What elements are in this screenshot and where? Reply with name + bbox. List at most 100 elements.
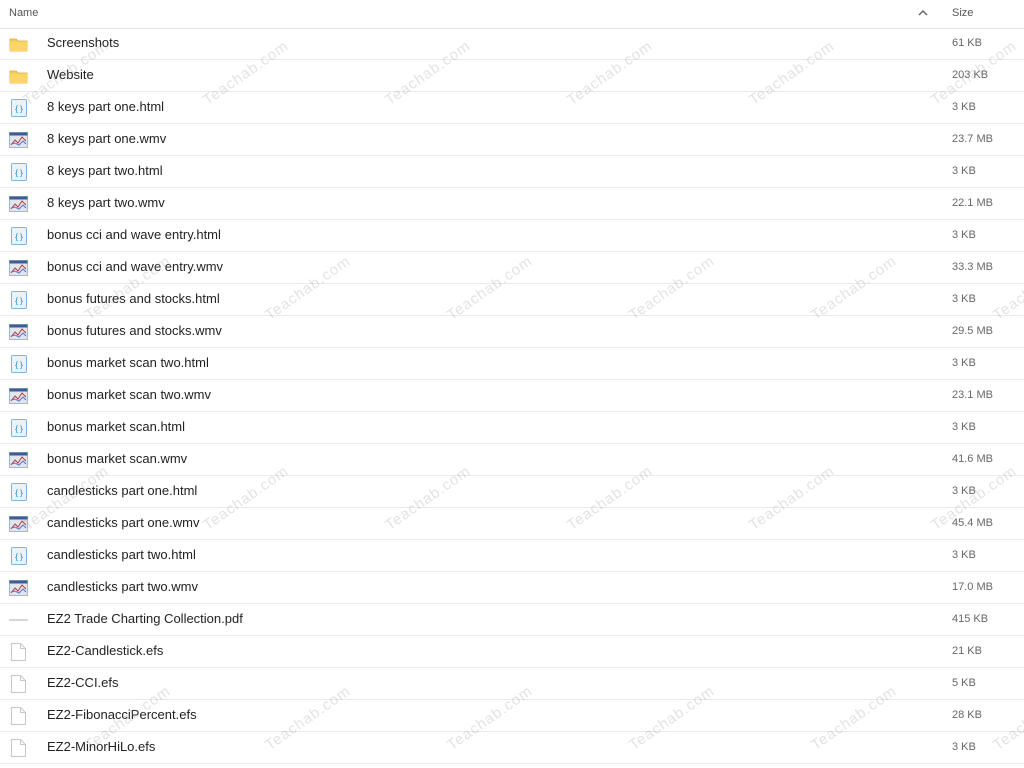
- file-name[interactable]: EZ2-FibonacciPercent.efs: [47, 707, 197, 722]
- file-name[interactable]: EZ2-CCI.efs: [47, 675, 119, 690]
- file-name[interactable]: bonus market scan.html: [47, 419, 185, 434]
- svg-text:{}: {}: [14, 168, 24, 177]
- html-file-icon: {}: [9, 418, 28, 437]
- file-size: 17.0 MB: [952, 581, 993, 593]
- file-row[interactable]: {} 8 keys part two.html 3 KB: [0, 156, 1024, 188]
- file-row[interactable]: Website 203 KB: [0, 60, 1024, 92]
- file-name[interactable]: 8 keys part two.html: [47, 163, 163, 178]
- file-size: 22.1 MB: [952, 197, 993, 209]
- file-row[interactable]: EZ2-CCI.efs 5 KB: [0, 668, 1024, 700]
- html-file-icon: {}: [9, 226, 28, 245]
- file-size: 3 KB: [952, 741, 976, 753]
- file-row[interactable]: bonus futures and stocks.wmv 29.5 MB: [0, 316, 1024, 348]
- html-file-icon: {}: [9, 354, 28, 373]
- file-row[interactable]: candlesticks part one.wmv 45.4 MB: [0, 508, 1024, 540]
- file-name[interactable]: bonus market scan two.html: [47, 355, 209, 370]
- file-row[interactable]: bonus cci and wave entry.wmv 33.3 MB: [0, 252, 1024, 284]
- html-file-icon: {}: [9, 482, 28, 501]
- file-row[interactable]: {} bonus market scan two.html 3 KB: [0, 348, 1024, 380]
- generic-file-icon: [9, 642, 28, 661]
- video-thumbnail-icon: [9, 451, 28, 468]
- file-row[interactable]: Screenshots 61 KB: [0, 28, 1024, 60]
- file-row[interactable]: {} bonus cci and wave entry.html 3 KB: [0, 220, 1024, 252]
- video-thumbnail-icon: [9, 579, 28, 596]
- folder-icon: [9, 35, 28, 52]
- file-size: 5 KB: [952, 677, 976, 689]
- file-row[interactable]: candlesticks part two.wmv 17.0 MB: [0, 572, 1024, 604]
- file-name[interactable]: Screenshots: [47, 35, 119, 50]
- svg-text:{}: {}: [14, 232, 24, 241]
- file-name[interactable]: bonus cci and wave entry.wmv: [47, 259, 223, 274]
- video-thumbnail-icon: [9, 515, 28, 532]
- file-size: 3 KB: [952, 421, 976, 433]
- file-row[interactable]: EZ2-FibonacciPercent.efs 28 KB: [0, 700, 1024, 732]
- svg-text:{}: {}: [14, 104, 24, 113]
- file-name[interactable]: 8 keys part one.wmv: [47, 131, 166, 146]
- file-row[interactable]: EZ2-Candlestick.efs 21 KB: [0, 636, 1024, 668]
- file-size: 61 KB: [952, 37, 982, 49]
- folder-icon: [9, 67, 28, 84]
- file-size: 41.6 MB: [952, 453, 993, 465]
- file-row[interactable]: bonus market scan.wmv 41.6 MB: [0, 444, 1024, 476]
- chevron-up-icon[interactable]: [916, 6, 930, 20]
- generic-file-icon: [9, 738, 28, 757]
- pdf-thumbnail-icon: [9, 611, 28, 628]
- file-name[interactable]: candlesticks part one.html: [47, 483, 197, 498]
- svg-text:{}: {}: [14, 552, 24, 561]
- generic-file-icon: [9, 706, 28, 725]
- video-thumbnail-icon: [9, 387, 28, 404]
- name-column-header[interactable]: Name: [9, 7, 38, 19]
- file-size: 45.4 MB: [952, 517, 993, 529]
- video-thumbnail-icon: [9, 131, 28, 148]
- file-row[interactable]: bonus market scan two.wmv 23.1 MB: [0, 380, 1024, 412]
- file-name[interactable]: EZ2-MinorHiLo.efs: [47, 739, 155, 754]
- file-row[interactable]: 8 keys part two.wmv 22.1 MB: [0, 188, 1024, 220]
- file-row[interactable]: {} candlesticks part two.html 3 KB: [0, 540, 1024, 572]
- file-size: 3 KB: [952, 293, 976, 305]
- html-file-icon: {}: [9, 98, 28, 117]
- file-row[interactable]: EZ2-MinorHiLo.efs 3 KB: [0, 732, 1024, 764]
- file-size: 3 KB: [952, 101, 976, 113]
- file-list: Screenshots 61 KB Website 203 KB {} 8 keys pa…: [0, 28, 1024, 764]
- file-name[interactable]: bonus futures and stocks.html: [47, 291, 220, 306]
- file-row[interactable]: EZ2 Trade Charting Collection.pdf 415 KB: [0, 604, 1024, 636]
- file-row[interactable]: 8 keys part one.wmv 23.7 MB: [0, 124, 1024, 156]
- file-size: 3 KB: [952, 165, 976, 177]
- file-name[interactable]: EZ2 Trade Charting Collection.pdf: [47, 611, 243, 626]
- file-name[interactable]: candlesticks part two.wmv: [47, 579, 198, 594]
- html-file-icon: {}: [9, 290, 28, 309]
- file-row[interactable]: {} candlesticks part one.html 3 KB: [0, 476, 1024, 508]
- file-size: 3 KB: [952, 485, 976, 497]
- file-name[interactable]: candlesticks part two.html: [47, 547, 196, 562]
- size-column-header[interactable]: Size: [952, 7, 973, 19]
- generic-file-icon: [9, 674, 28, 693]
- file-browser: Name Size Screenshots 61 KB Website 203 KB {…: [0, 0, 1024, 768]
- svg-text:{}: {}: [14, 424, 24, 433]
- file-row[interactable]: {} 8 keys part one.html 3 KB: [0, 92, 1024, 124]
- file-size: 33.3 MB: [952, 261, 993, 273]
- file-name[interactable]: 8 keys part two.wmv: [47, 195, 165, 210]
- file-row[interactable]: {} bonus futures and stocks.html 3 KB: [0, 284, 1024, 316]
- video-thumbnail-icon: [9, 259, 28, 276]
- list-header: Name Size: [0, 0, 1024, 29]
- svg-text:{}: {}: [14, 296, 24, 305]
- html-file-icon: {}: [9, 162, 28, 181]
- file-row[interactable]: {} bonus market scan.html 3 KB: [0, 412, 1024, 444]
- file-name[interactable]: bonus cci and wave entry.html: [47, 227, 221, 242]
- file-name[interactable]: bonus market scan two.wmv: [47, 387, 211, 402]
- file-size: 3 KB: [952, 229, 976, 241]
- file-size: 21 KB: [952, 645, 982, 657]
- file-name[interactable]: bonus market scan.wmv: [47, 451, 187, 466]
- file-name[interactable]: 8 keys part one.html: [47, 99, 164, 114]
- file-size: 203 KB: [952, 69, 989, 81]
- file-size: 28 KB: [952, 709, 982, 721]
- svg-text:{}: {}: [14, 360, 24, 369]
- file-size: 23.1 MB: [952, 389, 993, 401]
- file-size: 23.7 MB: [952, 133, 993, 145]
- file-name[interactable]: EZ2-Candlestick.efs: [47, 643, 163, 658]
- file-size: 3 KB: [952, 357, 976, 369]
- file-name[interactable]: candlesticks part one.wmv: [47, 515, 199, 530]
- file-name[interactable]: bonus futures and stocks.wmv: [47, 323, 222, 338]
- file-name[interactable]: Website: [47, 67, 94, 82]
- html-file-icon: {}: [9, 546, 28, 565]
